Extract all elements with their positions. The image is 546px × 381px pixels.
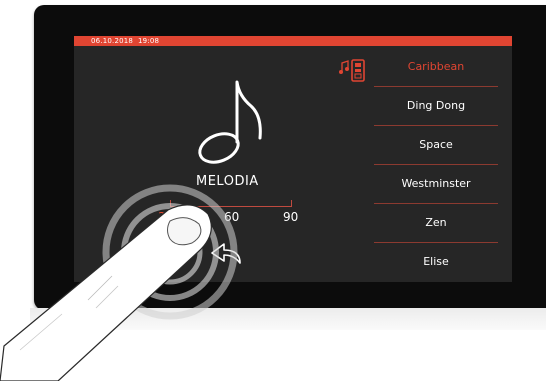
ringtone-item-ding-dong[interactable]: Ding Dong bbox=[374, 87, 498, 126]
ringtone-item-zen[interactable]: Zen bbox=[374, 204, 498, 243]
ringtone-item-westminster[interactable]: Westminster bbox=[374, 165, 498, 204]
status-datetime: 06.10.2018 19:08 bbox=[91, 36, 159, 46]
music-note-icon bbox=[194, 76, 274, 172]
duration-option-90[interactable]: 90 bbox=[283, 210, 298, 224]
status-time: 19:08 bbox=[137, 37, 160, 45]
display-screen: 06.10.2018 19:08 MELODIA 30 60 90 Caribb… bbox=[74, 36, 512, 282]
ringtone-item-elise[interactable]: Elise bbox=[374, 243, 498, 281]
ringtone-item-caribbean[interactable]: Caribbean bbox=[374, 48, 498, 87]
duration-bracket bbox=[170, 200, 292, 207]
ringtone-phone-icon bbox=[339, 57, 367, 87]
duration-option-30[interactable]: 30 bbox=[158, 210, 173, 224]
status-date: 06.10.2018 bbox=[91, 37, 134, 45]
ringtone-item-space[interactable]: Space bbox=[374, 126, 498, 165]
melody-title: MELODIA bbox=[196, 174, 259, 189]
status-bar: 06.10.2018 19:08 bbox=[74, 36, 512, 46]
device-chin bbox=[30, 308, 546, 330]
ringtone-list: Caribbean Ding Dong Space Westminster Ze… bbox=[374, 48, 498, 281]
duration-option-60[interactable]: 60 bbox=[224, 210, 239, 224]
back-arrow-icon[interactable] bbox=[210, 241, 246, 271]
